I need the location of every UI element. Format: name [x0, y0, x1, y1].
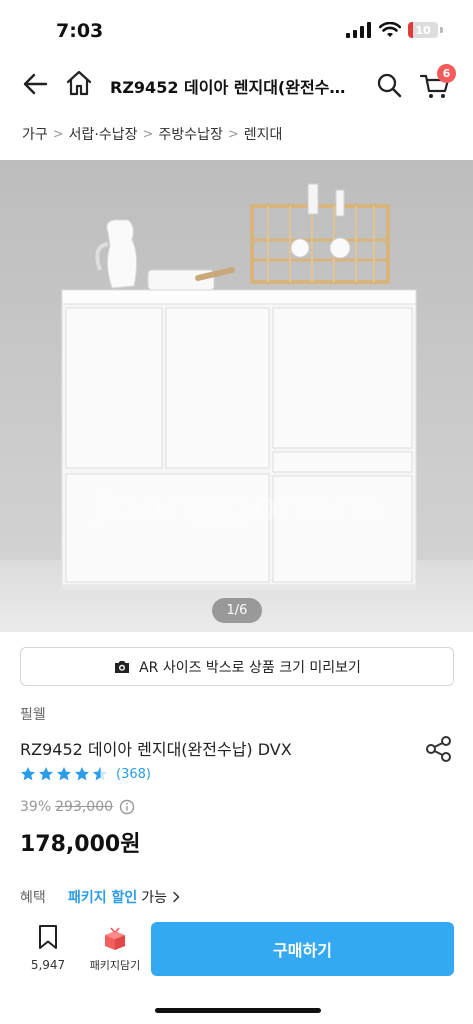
benefit-label: 혜택: [20, 890, 46, 906]
cart-badge: 6: [437, 64, 456, 83]
gift-box-icon: [105, 927, 125, 950]
review-count[interactable]: (368): [116, 767, 151, 782]
back-arrow-icon[interactable]: [20, 68, 52, 100]
discount-rate: 39%: [20, 799, 52, 815]
breadcrumb-item[interactable]: 렌지대: [244, 124, 283, 144]
package-discount-link[interactable]: 패키지 할인: [68, 887, 137, 907]
sale-price: 178,000원: [20, 832, 141, 857]
battery-level: 10: [415, 23, 431, 37]
status-icons: 10: [346, 22, 443, 38]
chevron-right-icon: [173, 891, 180, 903]
share-icon[interactable]: [424, 734, 454, 764]
status-bar: 7:03 10: [0, 0, 473, 58]
camera-icon: [115, 660, 130, 673]
status-time: 7:03: [56, 20, 104, 42]
wifi-icon: [379, 22, 401, 37]
rating[interactable]: (368): [20, 766, 151, 782]
product-photo: Joonggonara: [0, 160, 473, 632]
breadcrumb: 가구 > 서랍·수납장 > 주방수납장 > 렌지대: [22, 124, 282, 144]
signal-icon: [346, 22, 371, 38]
home-indicator: [155, 1008, 321, 1013]
bookmark-button[interactable]: 5,947: [22, 924, 74, 976]
price-row: 39% 293,000: [20, 799, 135, 815]
ar-size-preview-button[interactable]: AR 사이즈 박스로 상품 크기 미리보기: [20, 647, 454, 686]
star-half-icon: [93, 767, 107, 781]
star-full-icon: [75, 767, 89, 781]
header-title: RZ9452 데이아 렌지대(완전수납) DVX: [110, 78, 360, 97]
breadcrumb-item[interactable]: 서랍·수납장: [69, 124, 138, 144]
search-icon[interactable]: [374, 70, 404, 100]
benefit-suffix: 가능: [141, 890, 168, 906]
breadcrumb-item[interactable]: 주방수납장: [158, 124, 222, 144]
product-image[interactable]: Joonggonara: [0, 160, 473, 632]
bookmark-icon: [39, 925, 57, 949]
package-add-button[interactable]: 패키지담기: [84, 924, 146, 976]
chevron-right-icon: >: [227, 126, 239, 142]
product-name: RZ9452 데이아 렌지대(완전수납) DVX: [20, 740, 292, 759]
benefit-row[interactable]: 혜택 패키지 할인 가능: [20, 887, 182, 907]
bookmark-count: 5,947: [30, 958, 66, 972]
breadcrumb-item[interactable]: 가구: [22, 124, 48, 144]
chevron-right-icon: >: [52, 126, 64, 142]
star-full-icon: [21, 767, 35, 781]
star-full-icon: [57, 767, 71, 781]
original-price: 293,000: [55, 799, 114, 815]
ar-button-label: AR 사이즈 박스로 상품 크기 미리보기: [139, 659, 361, 676]
info-icon[interactable]: [119, 799, 135, 815]
home-icon[interactable]: [64, 68, 94, 98]
page-indicator: 1/6: [212, 598, 262, 623]
battery-cap: [440, 27, 443, 33]
package-label: 패키지담기: [89, 959, 141, 972]
watermark: Joonggonara: [92, 484, 380, 530]
chevron-right-icon: >: [142, 126, 154, 142]
top-nav: RZ9452 데이아 렌지대(완전수납) DVX: [0, 58, 473, 110]
brand-name[interactable]: 필웰: [20, 704, 46, 724]
star-full-icon: [39, 767, 53, 781]
battery-icon: 10: [408, 22, 438, 38]
buy-button[interactable]: 구매하기: [151, 922, 454, 976]
